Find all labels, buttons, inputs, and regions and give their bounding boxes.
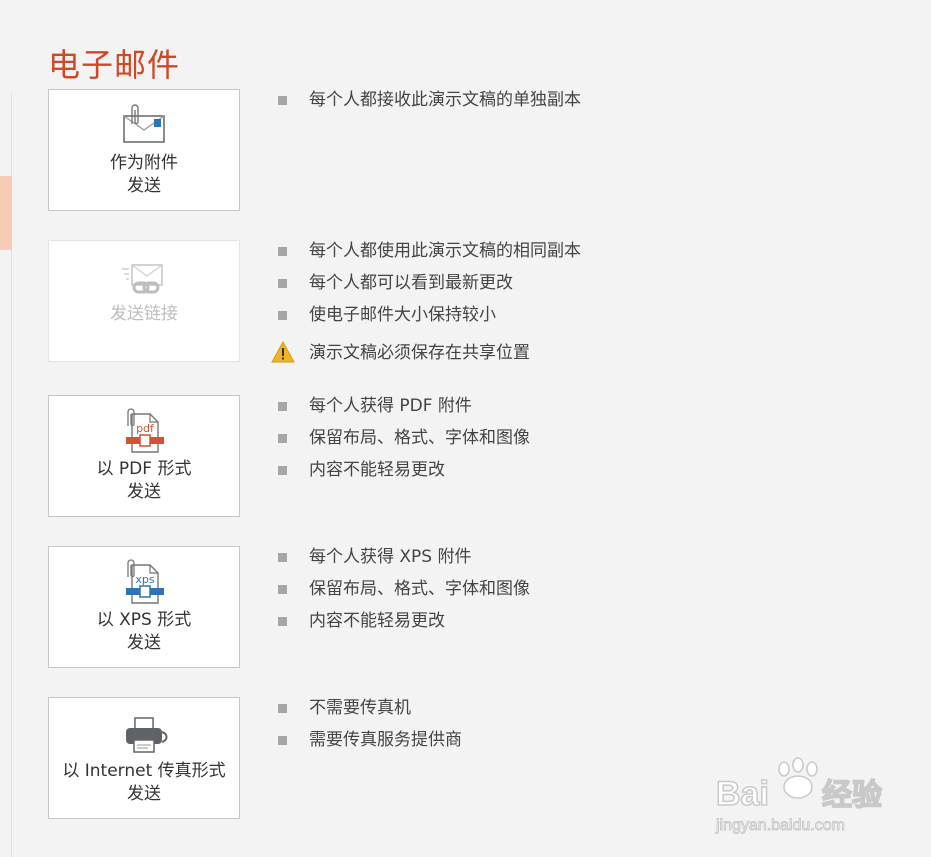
bullet-text: 每个人都使用此演示文稿的相同副本 xyxy=(309,241,581,261)
option-bullet-list: 每个人获得 PDF 附件 保留布局、格式、字体和图像 内容不能轻易更改 xyxy=(278,395,530,491)
bullet-item: 需要传真服务提供商 xyxy=(278,729,462,761)
bullet-text: 内容不能轻易更改 xyxy=(309,460,445,480)
bullet-text: 需要传真服务提供商 xyxy=(309,730,462,750)
bullet-item: 每个人都使用此演示文稿的相同副本 xyxy=(278,240,581,272)
bullet-item: 保留布局、格式、字体和图像 xyxy=(278,578,530,610)
option-bullet-list: 每个人获得 XPS 附件 保留布局、格式、字体和图像 内容不能轻易更改 xyxy=(278,546,530,642)
bullet-square-icon xyxy=(278,466,287,475)
bullet-square-icon xyxy=(278,96,287,105)
option-send-xps: xps 以 XPS 形式 发送 每个人获得 XPS 附件 保留布局、格式、字体和… xyxy=(48,546,931,670)
bullet-square-icon xyxy=(278,617,287,626)
bullet-square-icon xyxy=(278,434,287,443)
baidu-watermark-logo: Bai 经验 jingyan.baidu.com xyxy=(715,757,883,835)
watermark-brand: Bai xyxy=(716,775,769,813)
bullet-square-icon xyxy=(278,585,287,594)
tile-label-line1: 以 XPS 形式 xyxy=(96,610,192,630)
watermark-url: jingyan.baidu.com xyxy=(715,817,845,834)
send-as-internet-fax-button[interactable]: 以 Internet 传真形式 发送 xyxy=(48,697,240,819)
xps-file-icon: xps xyxy=(126,559,164,604)
bullet-item: 内容不能轻易更改 xyxy=(278,459,530,491)
pdf-file-icon: pdf xyxy=(126,408,164,453)
bullet-item: 不需要传真机 xyxy=(278,697,462,729)
link-envelope-icon xyxy=(122,264,163,294)
tile-label-line1: 以 PDF 形式 xyxy=(96,459,192,479)
fax-printer-icon xyxy=(126,717,168,753)
send-as-attachment-button[interactable]: 作为附件 发送 xyxy=(48,89,240,211)
bullet-square-icon xyxy=(278,704,287,713)
bullet-square-icon xyxy=(278,311,287,320)
tile-label-line1: 发送链接 xyxy=(110,304,178,324)
tile-label-line2: 发送 xyxy=(127,482,161,502)
selected-nav-indicator xyxy=(0,176,12,250)
option-bullet-list: 不需要传真机 需要传真服务提供商 xyxy=(278,697,462,761)
bullet-item: 内容不能轻易更改 xyxy=(278,610,530,642)
envelope-attachment-icon xyxy=(123,104,165,143)
bullet-text: 保留布局、格式、字体和图像 xyxy=(309,579,530,599)
option-attachment: 作为附件 发送 每个人都接收此演示文稿的单独副本 xyxy=(48,89,931,213)
bullet-item: 每个人都可以看到最新更改 xyxy=(278,272,581,304)
pdf-icon-text: pdf xyxy=(136,422,155,435)
send-as-pdf-button[interactable]: pdf 以 PDF 形式 发送 xyxy=(48,395,240,517)
tile-label-line2: 发送 xyxy=(127,176,161,196)
bullet-square-icon xyxy=(278,553,287,562)
bullet-item: 每个人获得 XPS 附件 xyxy=(278,546,530,578)
bullet-text: 不需要传真机 xyxy=(309,698,411,718)
send-as-xps-button[interactable]: xps 以 XPS 形式 发送 xyxy=(48,546,240,668)
bullet-text: 每个人获得 PDF 附件 xyxy=(309,396,472,416)
option-send-link: 发送链接 每个人都使用此演示文稿的相同副本 每个人都可以看到最新更改 使电子邮件… xyxy=(48,240,931,370)
option-bullet-list: 每个人都使用此演示文稿的相同副本 每个人都可以看到最新更改 使电子邮件大小保持较… xyxy=(271,240,581,374)
bullet-item: 每个人都接收此演示文稿的单独副本 xyxy=(278,89,581,121)
bullet-text: 每个人都接收此演示文稿的单独副本 xyxy=(309,90,581,110)
option-bullet-list: 每个人都接收此演示文稿的单独副本 xyxy=(278,89,581,121)
watermark-brand-cn: 经验 xyxy=(822,778,882,813)
bullet-item: 保留布局、格式、字体和图像 xyxy=(278,427,530,459)
tile-label-line2: 发送 xyxy=(127,633,161,653)
bullet-text: 内容不能轻易更改 xyxy=(309,611,445,631)
bullet-text: 保留布局、格式、字体和图像 xyxy=(309,428,530,448)
warning-icon xyxy=(271,341,295,363)
tile-label-line1: 以 Internet 传真形式 xyxy=(62,761,226,781)
option-send-pdf: pdf 以 PDF 形式 发送 每个人获得 PDF 附件 保留布局、格式、字体和… xyxy=(48,395,931,519)
bullet-square-icon xyxy=(278,279,287,288)
bullet-item: 使电子邮件大小保持较小 xyxy=(278,304,581,336)
bullet-item: 每个人获得 PDF 附件 xyxy=(278,395,530,427)
xps-icon-text: xps xyxy=(135,573,154,586)
bullet-text: 每个人获得 XPS 附件 xyxy=(309,547,472,567)
bullet-square-icon xyxy=(278,247,287,256)
bullet-text: 使电子邮件大小保持较小 xyxy=(309,305,496,325)
page-title: 电子邮件 xyxy=(48,46,181,84)
bullet-text: 每个人都可以看到最新更改 xyxy=(309,273,513,293)
bullet-square-icon xyxy=(278,736,287,745)
send-link-button: 发送链接 xyxy=(48,240,240,362)
warning-item: 演示文稿必须保存在共享位置 xyxy=(271,341,581,374)
bullet-square-icon xyxy=(278,402,287,411)
tile-label-line1: 作为附件 xyxy=(110,153,178,173)
tile-label-line2: 发送 xyxy=(127,784,161,804)
warning-text: 演示文稿必须保存在共享位置 xyxy=(309,343,530,363)
